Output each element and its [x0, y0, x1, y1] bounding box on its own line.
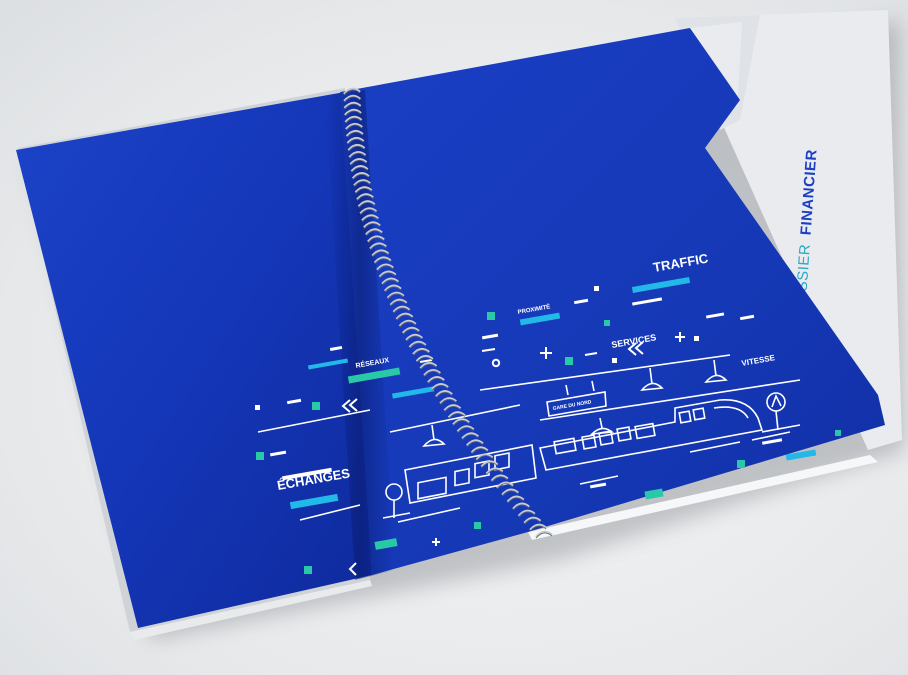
booklet-scene: 05 DOSSIER FINANCIER [16, 10, 905, 640]
